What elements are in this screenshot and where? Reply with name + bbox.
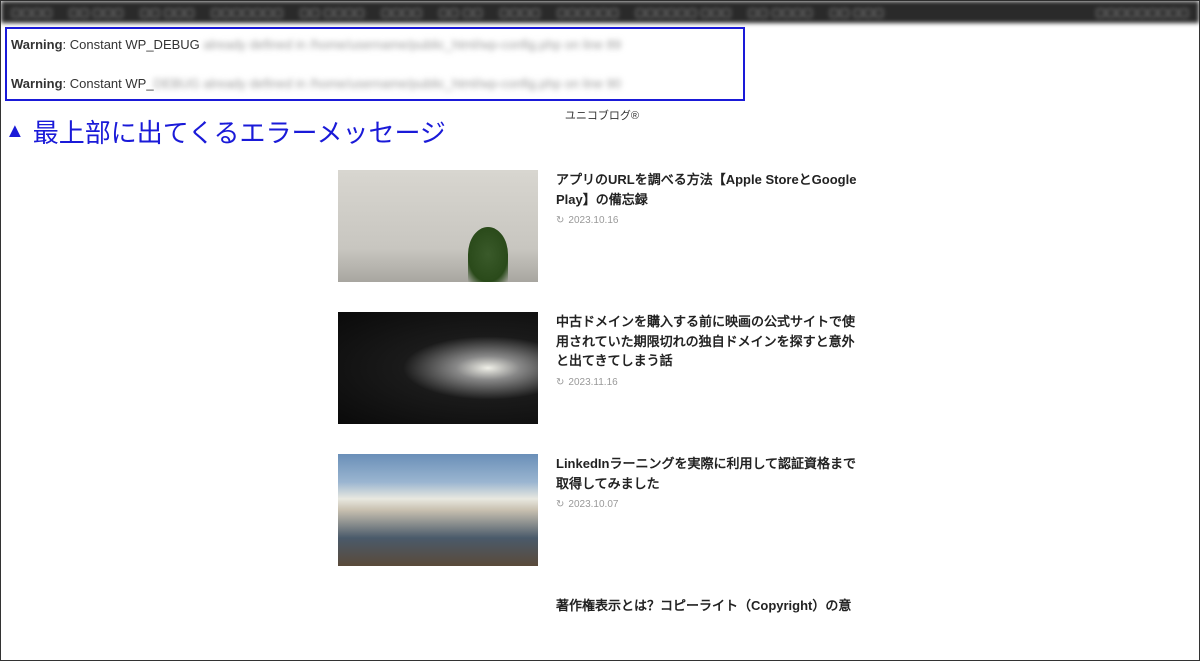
admin-bar-item[interactable]: ▢▢▢▢▢▢ ▢▢▢ bbox=[635, 6, 732, 19]
article-date: ↻ 2023.10.16 bbox=[556, 215, 861, 226]
admin-bar-item[interactable]: ▢▢ ▢▢ bbox=[438, 6, 483, 19]
admin-bar-item[interactable]: ▢▢▢▢▢▢▢ bbox=[211, 6, 284, 19]
article-thumbnail bbox=[338, 454, 538, 566]
warning-blurred: DEBUG already defined in /home/username/… bbox=[154, 76, 622, 91]
admin-bar-item[interactable]: ▢▢ ▢▢▢▢ bbox=[748, 6, 813, 19]
admin-bar-item[interactable]: ▢▢ ▢▢▢ bbox=[140, 6, 195, 19]
site-title[interactable]: ユニコブログ® bbox=[565, 107, 1199, 123]
admin-bar-item[interactable]: ▢▢▢▢ bbox=[499, 6, 541, 19]
error-message-box: Warning: Constant WP_DEBUG already defin… bbox=[5, 27, 745, 101]
article-thumbnail bbox=[338, 312, 538, 424]
article-item[interactable]: LinkedInラーニングを実際に利用して認証資格まで取得してみました ↻ 20… bbox=[338, 454, 1199, 566]
article-title: LinkedInラーニングを実際に利用して認証資格まで取得してみました bbox=[556, 454, 861, 493]
article-item[interactable]: 著作権表示とは？コピーライト（Copyright）の意 bbox=[338, 596, 1199, 622]
refresh-icon: ↻ bbox=[556, 499, 564, 510]
admin-bar-item[interactable]: ▢▢ ▢▢▢▢ bbox=[299, 6, 364, 19]
admin-bar-user[interactable]: ▢▢▢▢▢▢▢▢▢ bbox=[1095, 6, 1189, 19]
annotation-caption: ▲ 最上部に出てくるエラーメッセージ bbox=[5, 113, 446, 150]
article-date: ↻ 2023.10.07 bbox=[556, 499, 861, 510]
warning-label: Warning bbox=[11, 37, 63, 52]
article-list: アプリのURLを調べる方法【Apple StoreとGoogle Play】の備… bbox=[338, 170, 1199, 622]
admin-bar-item[interactable]: ▢▢ ▢▢▢ bbox=[69, 6, 124, 19]
admin-bar-item[interactable]: ▢▢▢▢ bbox=[381, 6, 423, 19]
php-warning: Warning: Constant WP_DEBUG already defin… bbox=[7, 76, 743, 91]
php-warning: Warning: Constant WP_DEBUG already defin… bbox=[7, 37, 743, 52]
article-date: ↻ 2023.11.16 bbox=[556, 377, 861, 388]
warning-label: Warning bbox=[11, 76, 63, 91]
triangle-up-icon: ▲ bbox=[5, 120, 25, 143]
article-item[interactable]: アプリのURLを調べる方法【Apple StoreとGoogle Play】の備… bbox=[338, 170, 1199, 282]
annotation-text: 最上部に出てくるエラーメッセージ bbox=[33, 113, 446, 150]
warning-text: : Constant WP_ bbox=[63, 76, 154, 91]
article-title: 中古ドメインを購入する前に映画の公式サイトで使用されていた期限切れの独自ドメイン… bbox=[556, 312, 861, 371]
article-title: アプリのURLを調べる方法【Apple StoreとGoogle Play】の備… bbox=[556, 170, 861, 209]
article-thumbnail bbox=[338, 170, 538, 282]
warning-text: : Constant WP_DEBUG bbox=[63, 37, 204, 52]
refresh-icon: ↻ bbox=[556, 377, 564, 388]
article-item[interactable]: 中古ドメインを購入する前に映画の公式サイトで使用されていた期限切れの独自ドメイン… bbox=[338, 312, 1199, 424]
admin-bar-item[interactable]: ▢▢▢▢ bbox=[11, 6, 53, 19]
admin-bar: ▢▢▢▢ ▢▢ ▢▢▢ ▢▢ ▢▢▢ ▢▢▢▢▢▢▢ ▢▢ ▢▢▢▢ ▢▢▢▢ … bbox=[1, 1, 1199, 23]
article-title: 著作権表示とは？コピーライト（Copyright）の意 bbox=[556, 596, 861, 616]
admin-bar-item[interactable]: ▢▢▢▢▢▢ bbox=[557, 6, 619, 19]
refresh-icon: ↻ bbox=[556, 215, 564, 226]
admin-bar-item[interactable]: ▢▢ ▢▢▢ bbox=[829, 6, 884, 19]
warning-blurred: already defined in /home/username/public… bbox=[203, 37, 621, 52]
